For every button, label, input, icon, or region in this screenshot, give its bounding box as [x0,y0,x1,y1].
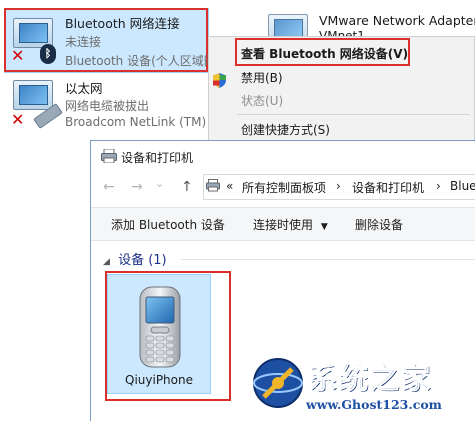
breadcrumb-item-bluetooth[interactable]: Bluet [450,179,475,193]
disconnected-x-icon: ✕ [11,46,25,65]
connect-using-button[interactable]: 连接时使用 ▼ [253,216,328,233]
bluetooth-connection-status: 未连接 [65,35,102,49]
menu-item-status[interactable]: 状态(U) [241,92,283,109]
menu-item-disable[interactable]: 禁用(B) [241,69,283,86]
up-arrow-icon[interactable]: ↑ [181,179,193,195]
shield-icon [213,73,226,88]
ethernet-connection-name: 以太网 [65,81,103,96]
context-menu: 查看 Bluetooth 网络设备(V) 禁用(B) 状态(U) 创建快捷方式(… [208,36,475,146]
menu-item-view-bluetooth-devices[interactable]: 查看 Bluetooth 网络设备(V) [241,45,408,62]
disconnected-x-icon: ✕ [11,110,25,129]
menu-item-create-shortcut[interactable]: 创建快捷方式(S) [241,121,330,138]
watermark-title: 系统之家 [307,361,433,396]
title-bar: 设备和打印机 [91,141,475,173]
back-arrow-icon[interactable]: ← [103,179,115,195]
chevron-down-icon: ▼ [320,222,328,232]
devices-group-header[interactable]: ◢ 设备 (1) [103,249,167,268]
bluetooth-connection-name: Bluetooth 网络连接 [65,16,180,31]
control-panel-icon [206,179,220,192]
remove-device-button[interactable]: 删除设备 [355,216,403,233]
bluetooth-connection-device: Bluetooth 设备(个人区域网 [65,54,216,68]
printer-icon [101,149,117,163]
devices-group-label: 设备 (1) [118,253,167,268]
watermark-url: www.Ghost123.com [306,397,442,412]
collapse-triangle-icon: ◢ [103,257,110,267]
breadcrumb-overflow[interactable]: « [226,179,233,193]
bluetooth-icon: ᛒ [40,44,56,64]
ethernet-connection-device: Broadcom NetLink (TM) [65,115,207,129]
ethernet-connection-status: 网络电缆被拔出 [65,99,150,113]
watermark-logo: 系统之家 www.Ghost123.com [244,349,475,421]
group-divider [181,259,475,260]
globe-logo-icon [253,358,303,408]
vmware-connection-name: VMware Network Adapter [319,13,475,28]
breadcrumb-item-devices[interactable]: 设备和打印机 [352,179,424,196]
breadcrumb[interactable]: « 所有控制面板项 › 设备和打印机 › Bluet [203,174,475,200]
breadcrumb-item-control-panel[interactable]: 所有控制面板项 [242,179,326,196]
recent-dropdown-icon[interactable]: ⌄ [155,177,164,190]
command-bar: 添加 Bluetooth 设备 连接时使用 ▼ 删除设备 [91,207,475,241]
breadcrumb-separator: › [336,179,341,193]
highlight-frame-device [105,271,231,401]
forward-arrow-icon[interactable]: → [131,179,143,195]
breadcrumb-separator: › [436,179,441,193]
ethernet-adapter-icon [13,80,53,110]
menu-separator [237,114,470,115]
connect-using-label: 连接时使用 [253,218,314,232]
window-title: 设备和打印机 [121,151,194,165]
add-bluetooth-device-button[interactable]: 添加 Bluetooth 设备 [111,216,225,233]
